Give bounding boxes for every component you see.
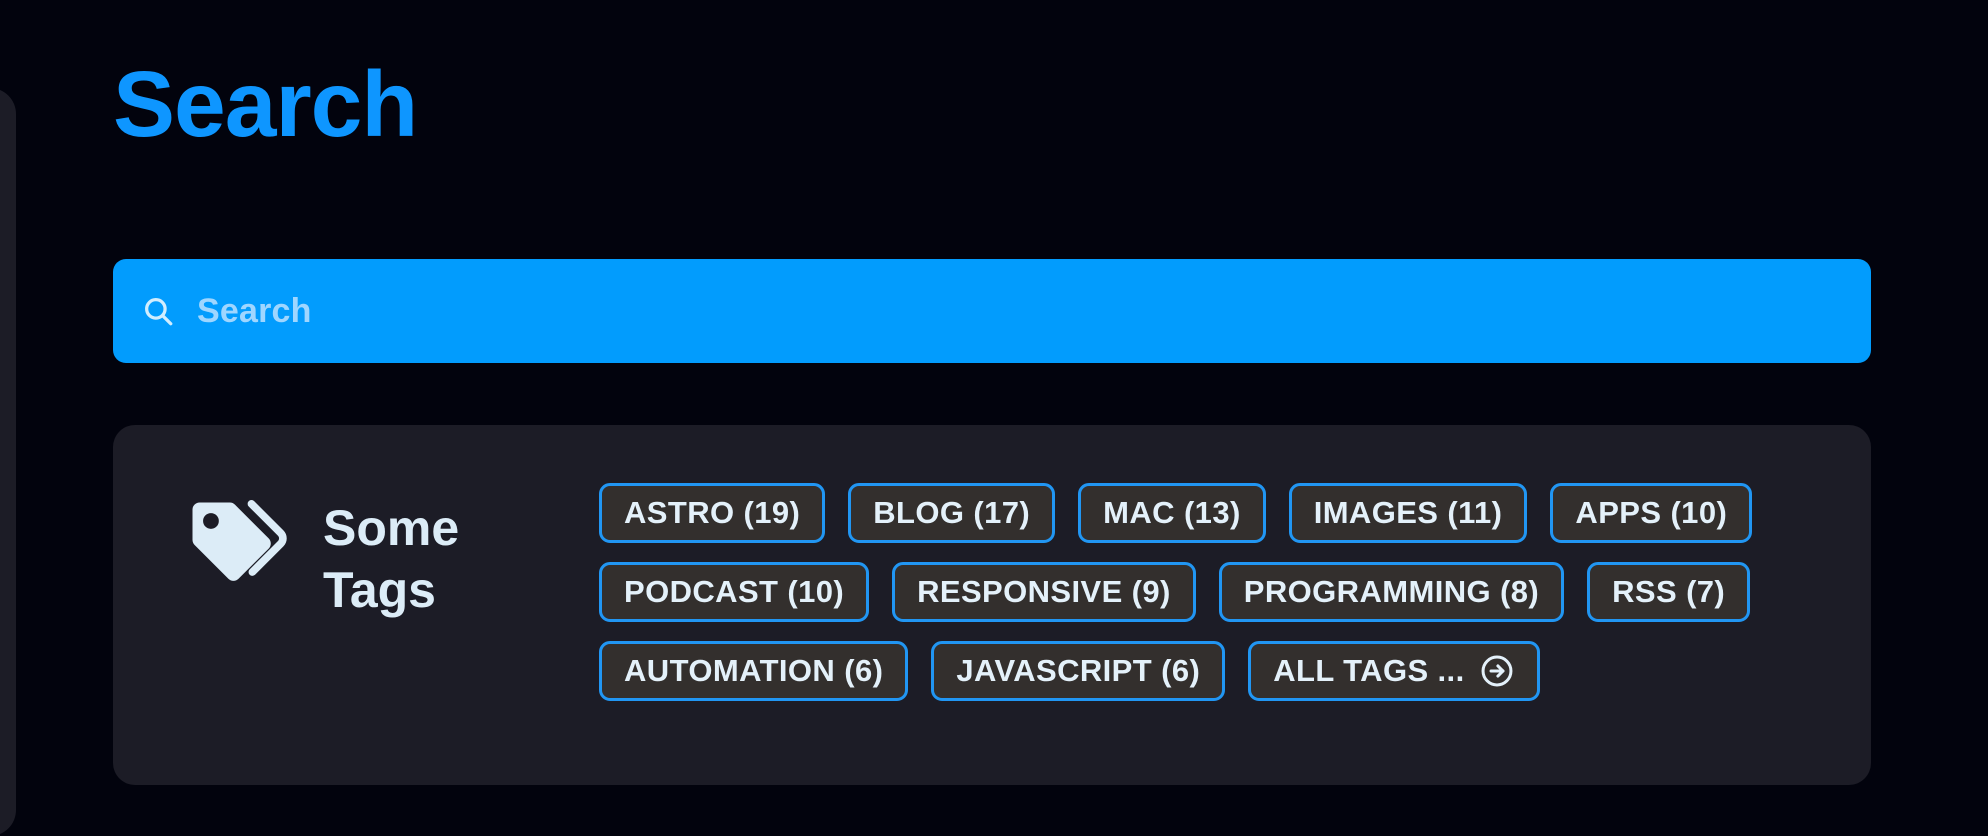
tag-chip-label: RESPONSIVE (9)	[917, 574, 1171, 609]
tags-heading: Some Tags	[323, 500, 460, 618]
tag-chip-label: APPS (10)	[1575, 495, 1728, 530]
search-bar[interactable]	[113, 259, 1871, 363]
tag-chip-label: BLOG (17)	[873, 495, 1031, 530]
tag-chip-mac[interactable]: MAC (13)	[1078, 483, 1266, 543]
tag-chip-programming[interactable]: PROGRAMMING (8)	[1218, 562, 1565, 622]
tags-heading-block: Some Tags	[179, 479, 599, 621]
tag-chip-label: PROGRAMMING (8)	[1243, 574, 1540, 609]
tag-chip-blog[interactable]: BLOG (17)	[848, 483, 1056, 543]
tag-list: ASTRO (19) BLOG (17) MAC (13) IMAGES (11) AP…	[599, 479, 1831, 701]
tags-card: Some Tags ASTRO (19) BLOG (17) MAC (13) IMA…	[113, 425, 1871, 785]
tag-chip-images[interactable]: IMAGES (11)	[1288, 483, 1528, 543]
tag-chip-automation[interactable]: AUTOMATION (6)	[599, 641, 909, 701]
search-icon	[141, 294, 175, 328]
tag-chip-responsive[interactable]: RESPONSIVE (9)	[892, 562, 1196, 622]
tag-chip-rss[interactable]: RSS (7)	[1587, 562, 1751, 622]
tag-chip-label: IMAGES (11)	[1313, 495, 1503, 530]
tag-chip-label: ALL TAGS ...	[1273, 653, 1465, 688]
search-page: Search Some Tags ASTRO (19) BLOG (17) MAC …	[0, 0, 1988, 836]
tags-icon	[179, 489, 287, 597]
page-title: Search	[113, 52, 418, 156]
tag-chip-javascript[interactable]: JAVASCRIPT (6)	[931, 641, 1226, 701]
tag-chip-all-tags[interactable]: ALL TAGS ...	[1248, 641, 1540, 701]
tag-chip-podcast[interactable]: PODCAST (10)	[599, 562, 870, 622]
tag-chip-label: JAVASCRIPT (6)	[956, 653, 1201, 688]
tag-chip-label: ASTRO (19)	[624, 495, 801, 530]
tag-chip-label: RSS (7)	[1612, 574, 1726, 609]
tag-chip-label: MAC (13)	[1103, 495, 1241, 530]
tag-chip-astro[interactable]: ASTRO (19)	[599, 483, 826, 543]
search-input[interactable]	[197, 259, 1871, 363]
tag-chip-label: PODCAST (10)	[624, 574, 845, 609]
tag-chip-apps[interactable]: APPS (10)	[1550, 483, 1753, 543]
arrow-right-circle-icon	[1479, 653, 1515, 689]
tag-chip-label: AUTOMATION (6)	[624, 653, 884, 688]
